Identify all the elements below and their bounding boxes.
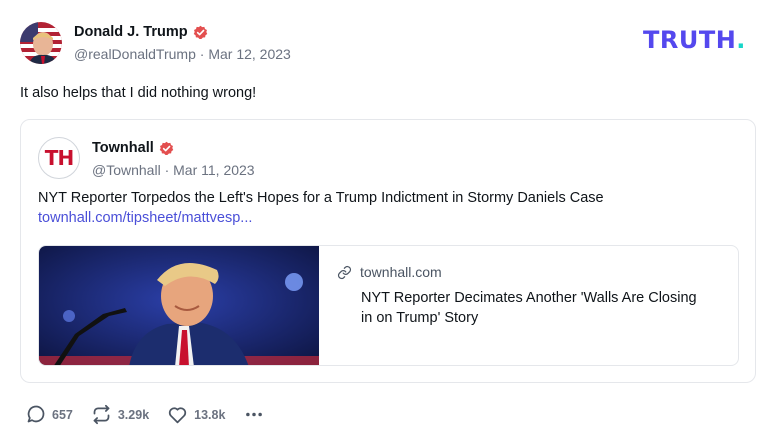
quoted-post-card[interactable]: TH Townhall @Townhall · Mar 11, 2023 NYT… bbox=[20, 119, 756, 383]
heart-icon bbox=[169, 407, 187, 424]
quote-date[interactable]: Mar 11, 2023 bbox=[173, 162, 254, 178]
post-date[interactable]: Mar 12, 2023 bbox=[208, 46, 291, 62]
quote-author-handle[interactable]: @Townhall bbox=[92, 162, 161, 178]
link-icon bbox=[337, 265, 352, 279]
post-header: Donald J. Trump @realDonaldTrump · Mar 1… bbox=[20, 22, 291, 64]
reply-icon bbox=[27, 405, 45, 423]
retruth-count: 3.29k bbox=[117, 407, 150, 422]
quote-author-avatar[interactable]: TH bbox=[38, 137, 80, 179]
action-bar: 657 3.29k 13.8k bbox=[25, 404, 289, 425]
verified-badge-icon bbox=[159, 141, 174, 156]
verified-badge-icon bbox=[193, 25, 208, 40]
reply-button[interactable]: 657 bbox=[25, 404, 73, 425]
link-preview-domain-row: townhall.com bbox=[337, 264, 442, 280]
quote-avatar-text: TH bbox=[44, 146, 74, 170]
quote-link[interactable]: townhall.com/tipsheet/mattvesp... bbox=[38, 210, 252, 226]
handle-date-row: @realDonaldTrump · Mar 12, 2023 bbox=[74, 46, 291, 62]
retruth-icon bbox=[93, 404, 110, 425]
quote-text: NYT Reporter Torpedos the Left's Hopes f… bbox=[38, 190, 604, 206]
post-card: Donald J. Trump @realDonaldTrump · Mar 1… bbox=[0, 0, 777, 446]
post-text: It also helps that I did nothing wrong! bbox=[20, 85, 257, 101]
like-button[interactable]: 13.8k bbox=[167, 404, 225, 425]
retruth-button[interactable]: 3.29k bbox=[91, 404, 149, 425]
link-preview-card[interactable]: townhall.com NYT Reporter Decimates Anot… bbox=[38, 245, 739, 366]
separator-dot: · bbox=[164, 162, 174, 178]
more-dots-icon bbox=[246, 412, 263, 417]
author-handle[interactable]: @realDonaldTrump bbox=[74, 46, 196, 62]
author-block: Donald J. Trump @realDonaldTrump · Mar 1… bbox=[74, 24, 291, 62]
reply-count: 657 bbox=[52, 407, 73, 422]
link-preview-title: NYT Reporter Decimates Another 'Walls Ar… bbox=[361, 290, 697, 326]
author-name[interactable]: Donald J. Trump bbox=[74, 24, 188, 40]
quote-author-name[interactable]: Townhall bbox=[92, 140, 154, 156]
author-row: Donald J. Trump bbox=[74, 24, 291, 40]
author-avatar[interactable] bbox=[20, 22, 62, 64]
quote-author-row: Townhall bbox=[92, 140, 255, 156]
quote-author-block: Townhall @Townhall · Mar 11, 2023 bbox=[92, 140, 255, 178]
link-preview-domain: townhall.com bbox=[360, 264, 442, 280]
like-count: 13.8k bbox=[194, 407, 226, 422]
quote-handle-date-row: @Townhall · Mar 11, 2023 bbox=[92, 162, 255, 178]
quote-header: TH Townhall @Townhall · Mar 11, 2023 bbox=[38, 137, 255, 179]
logo-text: TRUTH bbox=[643, 26, 737, 54]
truth-logo[interactable]: TRUTH. bbox=[643, 28, 746, 52]
link-preview-image[interactable] bbox=[39, 246, 319, 365]
more-options-button[interactable] bbox=[243, 404, 271, 425]
logo-dot: . bbox=[736, 26, 746, 54]
